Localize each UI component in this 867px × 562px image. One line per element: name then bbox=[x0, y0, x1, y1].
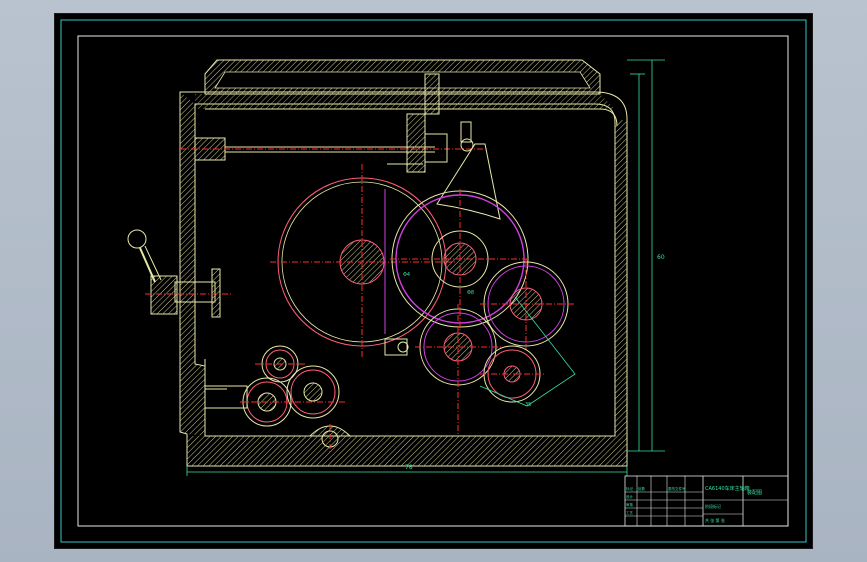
title-block: CA6140车床主轴箱 装配图 阶段标记 共 张 第 张 标记 处数 更改文件号… bbox=[624, 475, 789, 527]
title-block-r0c0: 标记 bbox=[626, 486, 634, 491]
dim-sector: 35 bbox=[525, 402, 531, 408]
main-gear bbox=[270, 164, 455, 359]
title-block-r0c3: 更改文件号 bbox=[668, 486, 686, 491]
title-block-r0c1: 处数 bbox=[638, 486, 646, 491]
dim-right: 60 bbox=[627, 59, 665, 452]
title-block-name: CA6140车床主轴箱 bbox=[705, 485, 750, 492]
dim-gear-b: Φ8 bbox=[467, 290, 474, 296]
assembly-drawing: 60 78 Φ4 Φ8 35 CA6140车床主轴箱 装配图 阶段标记 共 张 … bbox=[60, 19, 807, 543]
title-block-r1c0: 设计 bbox=[626, 494, 634, 499]
dim-bottom-label: 78 bbox=[405, 464, 413, 471]
middle-gear bbox=[390, 189, 530, 332]
title-block-r3c0: 工艺 bbox=[626, 510, 634, 515]
dim-gear-a: Φ4 bbox=[403, 272, 410, 278]
drawing-sheet: 60 78 Φ4 Φ8 35 CA6140车床主轴箱 装配图 阶段标记 共 张 … bbox=[55, 14, 812, 548]
title-block-stage: 阶段标记 bbox=[705, 503, 721, 509]
small-gear-cluster bbox=[204, 345, 345, 427]
title-block-sheets: 共 张 第 张 bbox=[705, 517, 725, 523]
title-block-r2c0: 审核 bbox=[626, 502, 634, 507]
idler-gear bbox=[480, 345, 545, 403]
fork-shaft bbox=[180, 113, 501, 220]
dim-right-label: 60 bbox=[657, 254, 665, 261]
title-block-drawing-no: 装配图 bbox=[747, 489, 762, 496]
